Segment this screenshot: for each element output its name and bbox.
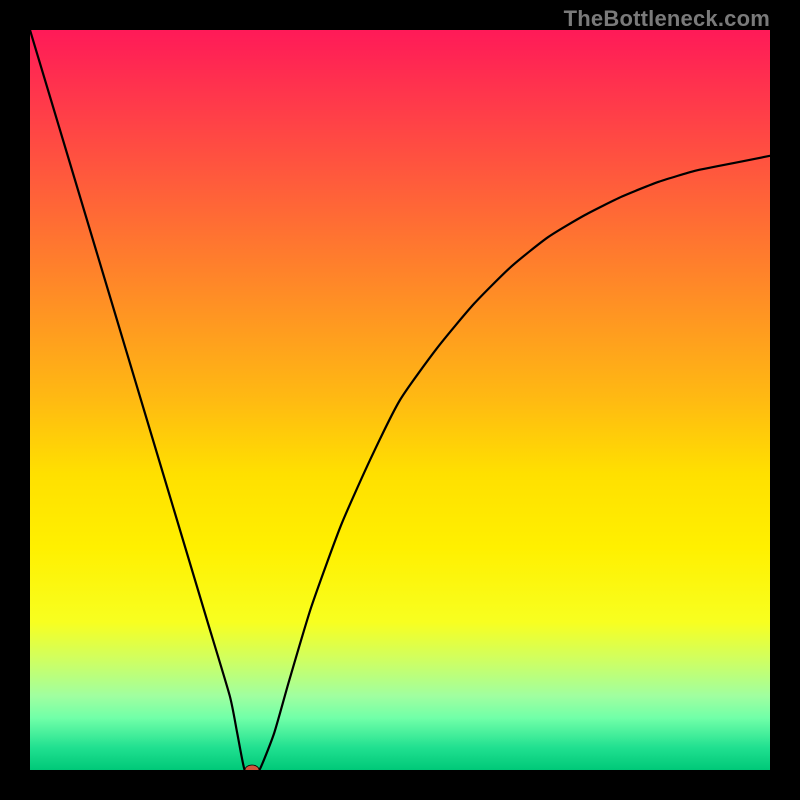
chart-frame: TheBottleneck.com (0, 0, 800, 800)
plot-area (30, 30, 770, 770)
watermark-text: TheBottleneck.com (564, 6, 770, 32)
chart-svg (30, 30, 770, 770)
curve-line (30, 30, 770, 770)
minimum-marker (245, 765, 259, 770)
